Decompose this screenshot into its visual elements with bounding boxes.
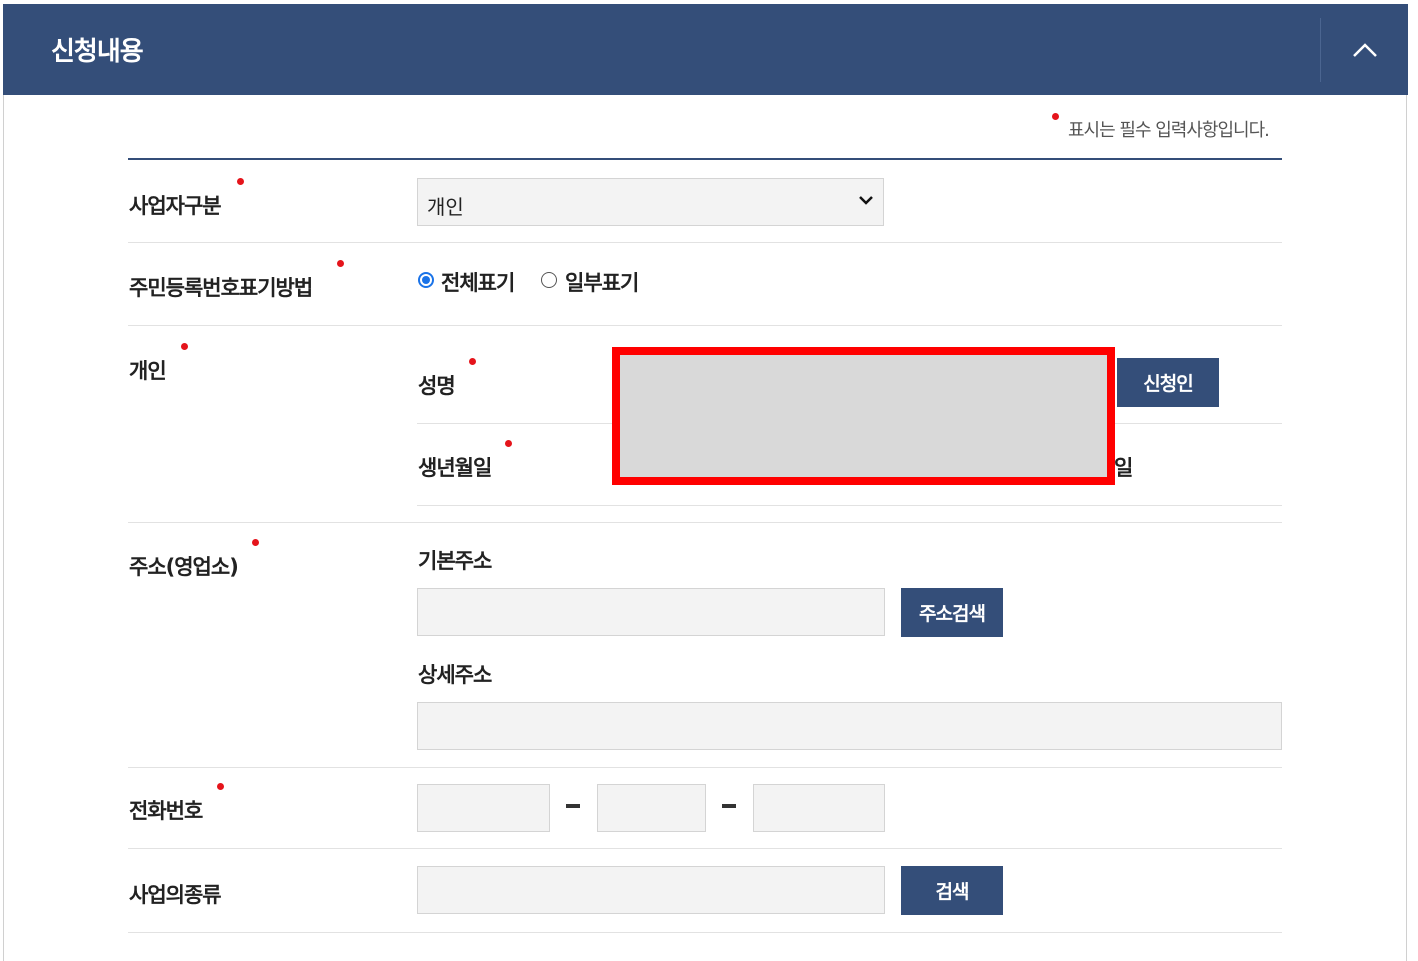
day-suffix: 일 — [1114, 456, 1133, 480]
detail-address-label: 상세주소 — [418, 663, 492, 687]
radio-full-display-label[interactable]: 전체표기 — [441, 267, 515, 297]
phone-part-2[interactable] — [597, 784, 706, 832]
row-divider — [128, 767, 1282, 768]
radio-full-display[interactable] — [418, 272, 434, 288]
required-marker — [217, 783, 224, 790]
row-divider — [128, 522, 1282, 523]
required-note: 표시는 필수 입력사항입니다. — [1068, 120, 1270, 141]
radio-partial-display[interactable] — [541, 272, 557, 288]
section-header: 신청내용 — [3, 4, 1408, 95]
phone-separator — [722, 804, 736, 808]
required-marker — [337, 260, 344, 267]
phone-part-1[interactable] — [417, 784, 550, 832]
row-divider — [128, 242, 1282, 243]
phone-label: 전화번호 — [129, 799, 203, 823]
row-divider — [128, 848, 1282, 849]
required-marker — [505, 440, 512, 447]
address-label: 주소(영업소) — [129, 555, 239, 579]
required-marker — [1052, 113, 1059, 120]
required-marker — [252, 539, 259, 546]
business-type-select[interactable]: 개인 — [417, 178, 884, 226]
business-kind-label: 사업의종류 — [129, 883, 222, 907]
chevron-down-icon — [859, 196, 873, 205]
basic-address-input[interactable] — [417, 588, 885, 636]
chevron-up-icon — [1352, 42, 1377, 57]
required-marker — [237, 178, 244, 185]
row-divider — [128, 325, 1282, 326]
address-search-button[interactable]: 주소검색 — [901, 588, 1003, 637]
phone-part-3[interactable] — [753, 784, 885, 832]
redaction-box — [612, 347, 1115, 485]
business-kind-search-button[interactable]: 검색 — [901, 866, 1003, 915]
collapse-button[interactable] — [1321, 4, 1408, 95]
birthdate-label: 생년월일 — [418, 456, 492, 480]
row-divider — [417, 505, 1282, 506]
individual-label: 개인 — [129, 359, 167, 383]
business-type-selected: 개인 — [427, 195, 464, 219]
business-type-label: 사업자구분 — [129, 194, 222, 218]
required-marker — [181, 343, 188, 350]
basic-address-label: 기본주소 — [418, 549, 492, 573]
table-top-border — [128, 158, 1282, 160]
row-divider — [128, 932, 1282, 933]
required-marker — [469, 358, 476, 365]
phone-separator — [566, 804, 580, 808]
detail-address-input[interactable] — [417, 702, 1282, 750]
section-title: 신청내용 — [51, 37, 144, 67]
radio-partial-display-label[interactable]: 일부표기 — [565, 267, 639, 297]
business-kind-input[interactable] — [417, 866, 885, 914]
applicant-button[interactable]: 신청인 — [1117, 358, 1219, 407]
ssn-display-label: 주민등록번호표기방법 — [129, 276, 313, 300]
name-label: 성명 — [418, 374, 456, 398]
